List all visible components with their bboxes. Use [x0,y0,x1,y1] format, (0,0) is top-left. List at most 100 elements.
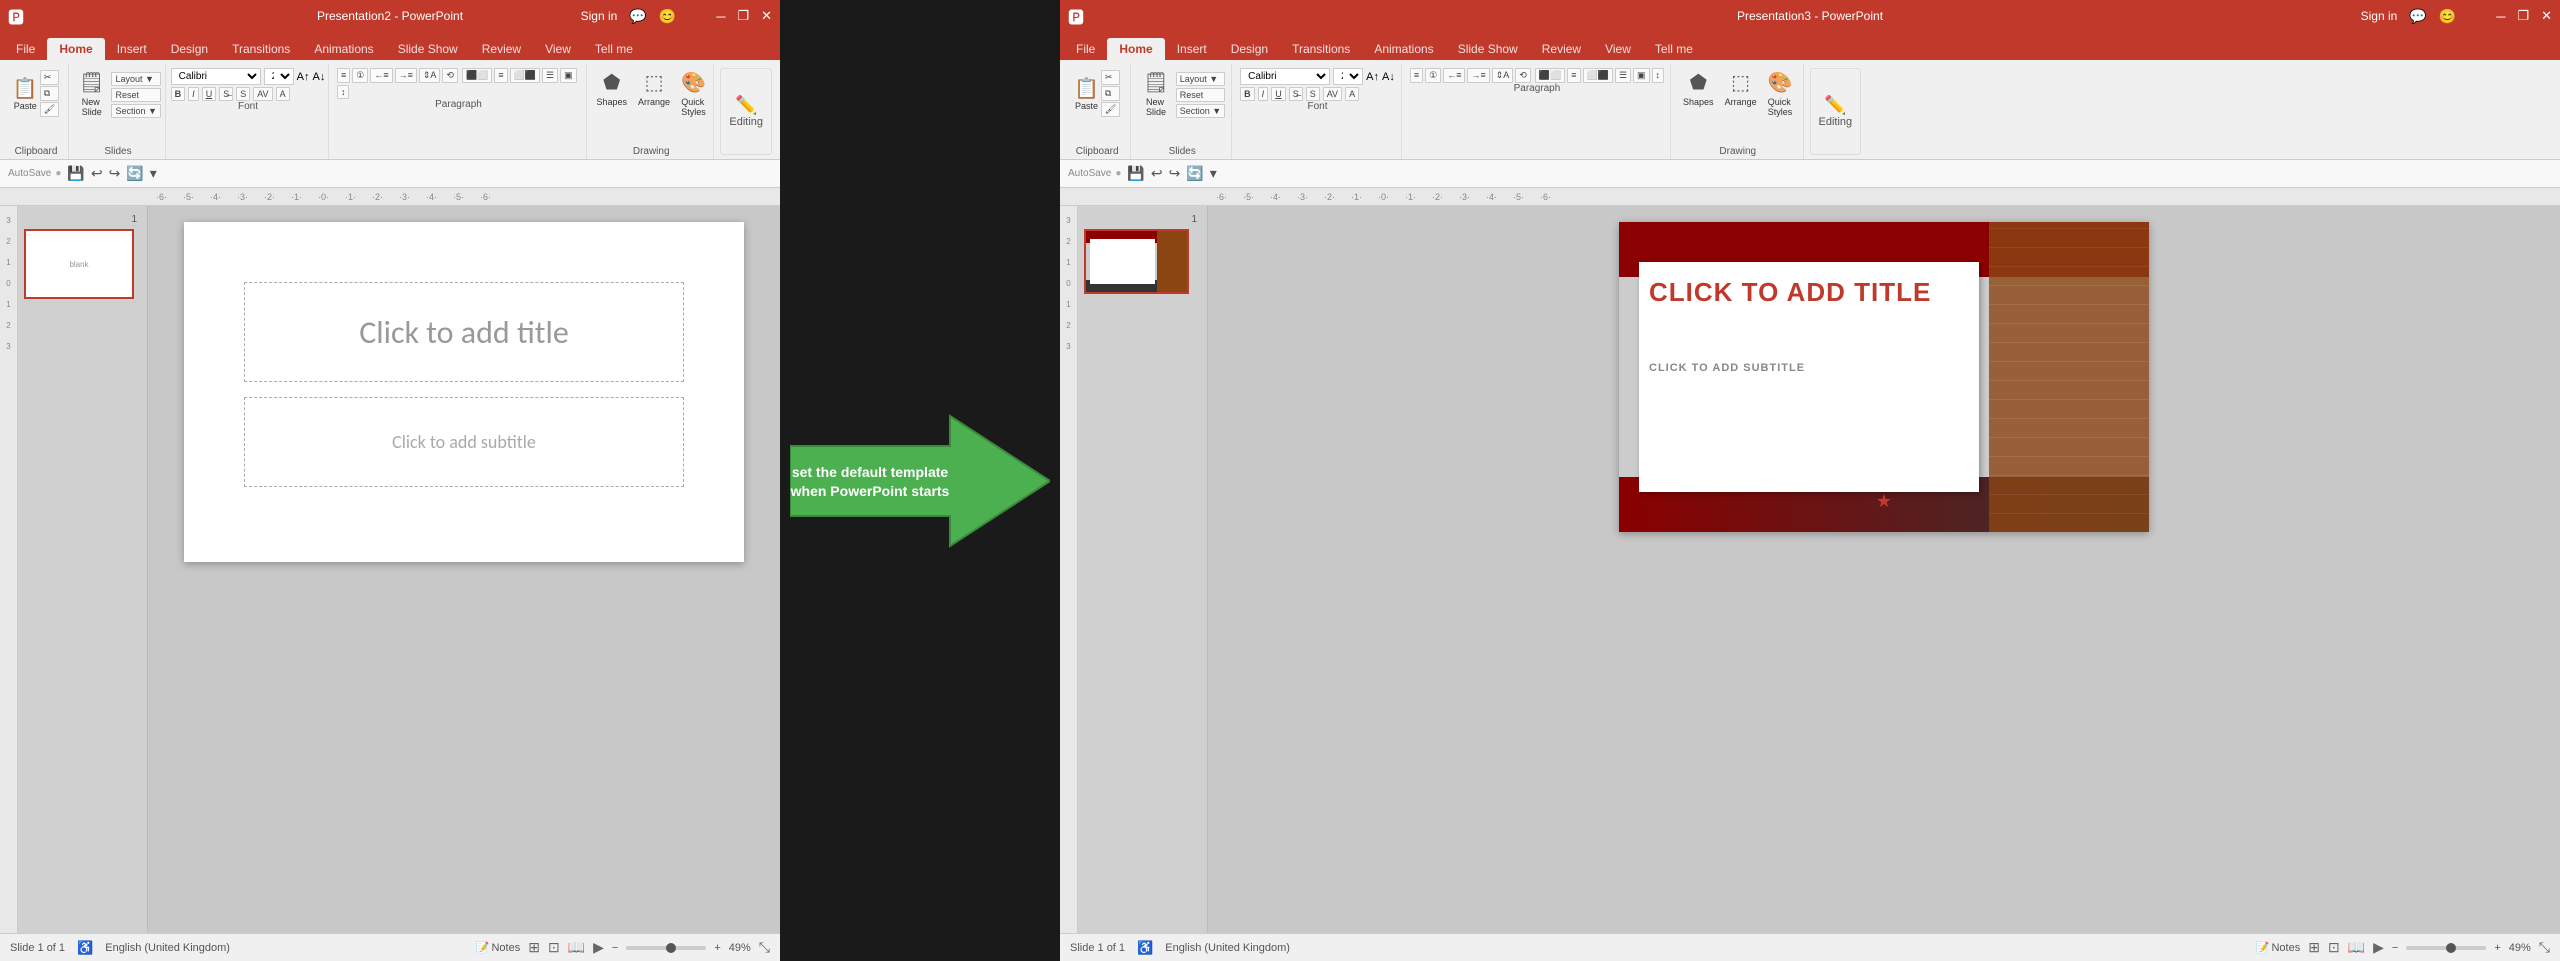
right-justify-btn[interactable]: ☰ [1615,68,1631,83]
right-save-btn[interactable]: 💾 [1127,165,1144,182]
right-copy-btn[interactable]: ⧉ [1101,86,1120,101]
right-customize-qat-btn[interactable]: ▾ [1210,165,1217,182]
right-zoom-slider[interactable] [2406,946,2486,950]
right-font-shrink-btn[interactable]: A↓ [1382,71,1395,83]
font-size-select[interactable]: 24 [264,68,294,85]
underline-btn[interactable]: U [202,87,217,101]
convert-smartart-btn[interactable]: ⟲ [442,68,458,83]
text-direction-btn[interactable]: ⇕A [419,68,441,83]
right-feedback-icon[interactable]: 💬 [2409,8,2426,25]
right-tab-slideshow[interactable]: Slide Show [1446,38,1530,60]
bold-btn[interactable]: B [171,87,186,101]
left-paste-btn[interactable]: 📋 Paste ✂ ⧉ 🖌 [9,68,63,119]
right-restore-btn[interactable]: ❐ [2517,8,2529,24]
left-refresh-btn[interactable]: 🔄 [126,165,143,182]
left-slideshow-btn[interactable]: ▶ [593,939,604,956]
right-section-btn[interactable]: Section ▼ [1176,104,1225,118]
right-reading-view-btn[interactable]: 📖 [2348,939,2365,956]
right-shadow-btn[interactable]: S [1306,87,1320,101]
left-normal-view-btn[interactable]: ⊞ [528,939,540,956]
right-shapes-btn[interactable]: ⬟ Shapes [1679,68,1718,109]
reset-btn[interactable]: Reset [111,88,160,102]
right-char-spacing-btn[interactable]: AV [1323,87,1342,101]
left-fit-slide-btn[interactable]: ⤡ [759,939,770,956]
right-normal-view-btn[interactable]: ⊞ [2308,939,2320,956]
left-subtitle-placeholder[interactable]: Click to add subtitle [244,397,684,487]
align-right-btn[interactable]: ⬜⬛ [510,68,540,83]
right-slide-sorter-btn[interactable]: ⊡ [2328,939,2340,956]
italic-btn[interactable]: I [188,87,199,101]
right-font-color-btn[interactable]: A [1345,87,1359,101]
left-shapes-btn[interactable]: ⬟ Shapes [592,68,631,109]
font-name-select[interactable]: Calibri [171,68,261,85]
emoji-icon[interactable]: 😊 [659,8,676,25]
left-minimize-btn[interactable]: ─ [716,9,725,24]
right-tab-view[interactable]: View [1593,38,1643,60]
format-painter-btn[interactable]: 🖌 [40,102,59,117]
right-close-btn[interactable]: ✕ [2541,8,2552,24]
left-close-btn[interactable]: ✕ [761,8,772,24]
decrease-indent-btn[interactable]: ←≡ [370,68,392,83]
right-refresh-btn[interactable]: 🔄 [1186,165,1203,182]
left-redo-btn[interactable]: ↪ [109,165,121,182]
left-title-placeholder[interactable]: Click to add title [244,282,684,382]
cut-btn[interactable]: ✂ [40,70,59,85]
right-new-slide-btn[interactable]: 🗒 NewSlide [1139,68,1172,119]
right-cut-btn[interactable]: ✂ [1101,70,1120,85]
right-layout-btn[interactable]: Layout ▼ [1176,72,1225,86]
right-bullets-btn[interactable]: ≡ [1410,68,1423,83]
numbering-btn[interactable]: ① [352,68,368,83]
left-tab-slideshow[interactable]: Slide Show [386,38,470,60]
right-columns-btn[interactable]: ▣ [1633,68,1650,83]
right-underline-btn[interactable]: U [1271,87,1286,101]
right-emoji-icon[interactable]: 😊 [2439,8,2456,25]
right-tab-design[interactable]: Design [1219,38,1280,60]
right-align-left-btn[interactable]: ⬛⬜ [1535,68,1565,83]
right-zoom-out-btn[interactable]: − [2392,942,2398,954]
right-line-spacing-btn[interactable]: ↕ [1652,68,1665,83]
right-text-direction-btn[interactable]: ⇕A [1492,68,1514,83]
right-numbering-btn[interactable]: ① [1425,68,1441,83]
autosave-toggle[interactable]: ● [55,168,61,179]
justify-btn[interactable]: ☰ [542,68,558,83]
right-tab-review[interactable]: Review [1530,38,1593,60]
left-reading-view-btn[interactable]: 📖 [568,939,585,956]
font-grow-btn[interactable]: A↑ [297,71,310,83]
right-increase-indent-btn[interactable]: →≡ [1467,68,1489,83]
right-bold-btn[interactable]: B [1240,87,1255,101]
right-strikethrough-btn[interactable]: S̶ [1289,87,1303,101]
right-tab-transitions[interactable]: Transitions [1280,38,1362,60]
right-arrange-btn[interactable]: ⬚ Arrange [1721,68,1761,109]
align-left-btn[interactable]: ⬛⬜ [462,68,492,83]
left-restore-btn[interactable]: ❐ [737,8,749,24]
left-save-btn[interactable]: 💾 [67,165,84,182]
left-zoom-out-btn[interactable]: − [612,942,618,954]
right-canvas-area[interactable]: CLICK TO ADD TITLE CLICK TO ADD SUBTITLE… [1208,206,2560,933]
left-editing-badge[interactable]: ✏️ Editing [720,68,772,155]
right-sign-in[interactable]: Sign in [2361,9,2398,23]
left-tab-file[interactable]: File [4,38,47,60]
left-canvas-area[interactable]: Click to add title Click to add subtitle [148,206,780,933]
left-tab-animations[interactable]: Animations [302,38,385,60]
line-spacing-btn[interactable]: ↕ [337,85,350,99]
left-accessibility-icon[interactable]: ♿ [77,940,93,956]
right-reset-btn[interactable]: Reset [1176,88,1225,102]
left-new-slide-btn[interactable]: 🗒 NewSlide [75,68,108,119]
right-tab-insert[interactable]: Insert [1165,38,1219,60]
left-slide-thumb[interactable]: blank [24,229,134,299]
right-editing-badge[interactable]: ✏️ Editing [1810,68,1862,155]
right-font-name-select[interactable]: Calibri [1240,68,1330,85]
right-align-right-btn[interactable]: ⬜⬛ [1583,68,1613,83]
left-undo-btn[interactable]: ↩ [91,165,103,182]
right-slide-thumb[interactable] [1084,229,1189,294]
right-notes-btn[interactable]: 📝 Notes [2256,941,2300,954]
right-italic-btn[interactable]: I [1258,87,1269,101]
font-color-btn[interactable]: A [276,87,290,101]
increase-indent-btn[interactable]: →≡ [395,68,417,83]
left-slide-sorter-btn[interactable]: ⊡ [548,939,560,956]
right-decrease-indent-btn[interactable]: ←≡ [1443,68,1465,83]
align-center-btn[interactable]: ≡ [494,68,507,83]
left-slide-canvas[interactable]: Click to add title Click to add subtitle [184,222,744,562]
right-font-size-select[interactable]: 24 [1333,68,1363,85]
left-tab-design[interactable]: Design [159,38,220,60]
